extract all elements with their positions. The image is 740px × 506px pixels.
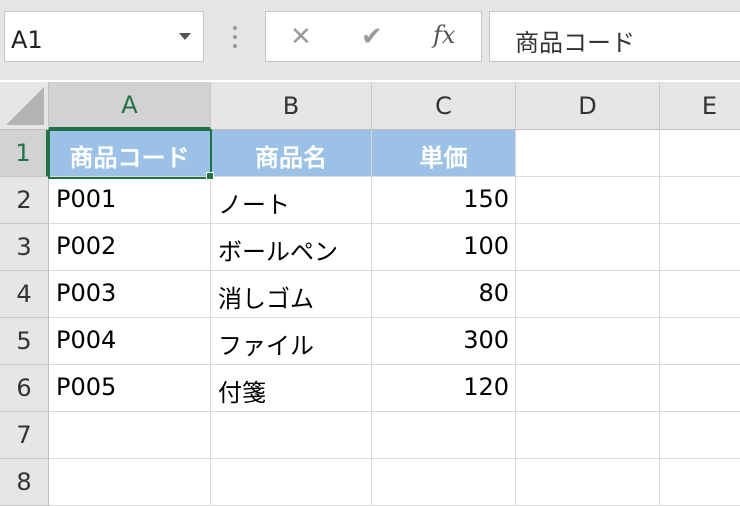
- cell-value: 120: [463, 373, 509, 401]
- cell-a2[interactable]: P001: [49, 177, 211, 224]
- cell-d2[interactable]: [516, 177, 660, 224]
- cell-value: P001: [56, 185, 117, 213]
- cell-d4[interactable]: [516, 271, 660, 318]
- cell-d6[interactable]: [516, 365, 660, 412]
- cell-value: 100: [463, 232, 509, 260]
- cell-c7[interactable]: [372, 412, 516, 459]
- cell-c5[interactable]: 300: [372, 318, 516, 365]
- cell-a3[interactable]: P002: [49, 224, 211, 271]
- cell-e8[interactable]: [660, 459, 740, 506]
- formula-content: 商品コード: [515, 29, 635, 57]
- cell-e2[interactable]: [660, 177, 740, 224]
- cell-b3[interactable]: ボールペン: [211, 224, 372, 271]
- select-all-button[interactable]: [0, 82, 49, 130]
- cell-value: 消しゴム: [218, 285, 314, 313]
- name-box-value: A1: [11, 26, 43, 54]
- cell-d8[interactable]: [516, 459, 660, 506]
- row-header-2[interactable]: 2: [0, 177, 49, 224]
- row-header-1[interactable]: 1: [0, 130, 49, 177]
- cell-value: 付箋: [218, 379, 266, 407]
- row-header-5[interactable]: 5: [0, 318, 49, 365]
- cell-value: P005: [56, 373, 117, 401]
- cell-d5[interactable]: [516, 318, 660, 365]
- cell-b4[interactable]: 消しゴム: [211, 271, 372, 318]
- cell-e4[interactable]: [660, 271, 740, 318]
- cell-c6[interactable]: 120: [372, 365, 516, 412]
- row-header-7[interactable]: 7: [0, 412, 49, 459]
- column-header-d[interactable]: D: [516, 82, 660, 130]
- check-icon[interactable]: ✔: [361, 22, 383, 52]
- cell-value: 商品名: [255, 144, 327, 172]
- column-header-b[interactable]: B: [211, 82, 372, 130]
- cell-b2[interactable]: ノート: [211, 177, 372, 224]
- cell-b7[interactable]: [211, 412, 372, 459]
- cell-e3[interactable]: [660, 224, 740, 271]
- cell-b5[interactable]: ファイル: [211, 318, 372, 365]
- cell-c3[interactable]: 100: [372, 224, 516, 271]
- cell-value: 300: [463, 326, 509, 354]
- formula-input[interactable]: 商品コード: [489, 11, 740, 62]
- cell-a7[interactable]: [49, 412, 211, 459]
- cell-c8[interactable]: [372, 459, 516, 506]
- cell-c4[interactable]: 80: [372, 271, 516, 318]
- drag-handle-icon[interactable]: [232, 24, 238, 50]
- cell-e6[interactable]: [660, 365, 740, 412]
- cell-c2[interactable]: 150: [372, 177, 516, 224]
- row-header-6[interactable]: 6: [0, 365, 49, 412]
- cell-value: ボールペン: [218, 238, 338, 266]
- cell-value: 単価: [419, 144, 468, 172]
- cell-value: 80: [478, 279, 509, 307]
- cell-a4[interactable]: P003: [49, 271, 211, 318]
- row-header-3[interactable]: 3: [0, 224, 49, 271]
- column-header-a[interactable]: A: [49, 82, 211, 130]
- formula-buttons: ✕ ✔ fx: [265, 11, 482, 62]
- row-header-8[interactable]: 8: [0, 459, 49, 506]
- active-cell-border: [48, 129, 212, 179]
- select-all-triangle-icon: [6, 87, 44, 125]
- cell-a5[interactable]: P004: [49, 318, 211, 365]
- cell-e7[interactable]: [660, 412, 740, 459]
- cell-value: ファイル: [218, 332, 314, 360]
- cell-e1[interactable]: [660, 130, 740, 177]
- column-header-e[interactable]: E: [660, 82, 740, 130]
- column-header-c[interactable]: C: [372, 82, 516, 130]
- cell-b6[interactable]: 付箋: [211, 365, 372, 412]
- close-icon[interactable]: ✕: [290, 22, 312, 52]
- cell-b8[interactable]: [211, 459, 372, 506]
- row-header-4[interactable]: 4: [0, 271, 49, 318]
- cell-value: 150: [463, 185, 509, 213]
- cell-b1[interactable]: 商品名: [211, 130, 372, 177]
- name-box[interactable]: A1: [4, 11, 204, 62]
- cell-d3[interactable]: [516, 224, 660, 271]
- cell-a6[interactable]: P005: [49, 365, 211, 412]
- cell-d7[interactable]: [516, 412, 660, 459]
- cell-value: P003: [56, 279, 117, 307]
- chevron-down-icon[interactable]: [179, 33, 191, 40]
- cell-value: P002: [56, 232, 117, 260]
- cell-a8[interactable]: [49, 459, 211, 506]
- cell-d1[interactable]: [516, 130, 660, 177]
- fill-handle[interactable]: [206, 172, 214, 180]
- cell-value: P004: [56, 326, 117, 354]
- insert-function-icon[interactable]: fx: [433, 21, 455, 49]
- cell-e5[interactable]: [660, 318, 740, 365]
- cell-value: ノート: [218, 191, 290, 219]
- cell-c1[interactable]: 単価: [372, 130, 516, 177]
- formula-bar-area: A1 ✕ ✔ fx 商品コード: [0, 0, 740, 80]
